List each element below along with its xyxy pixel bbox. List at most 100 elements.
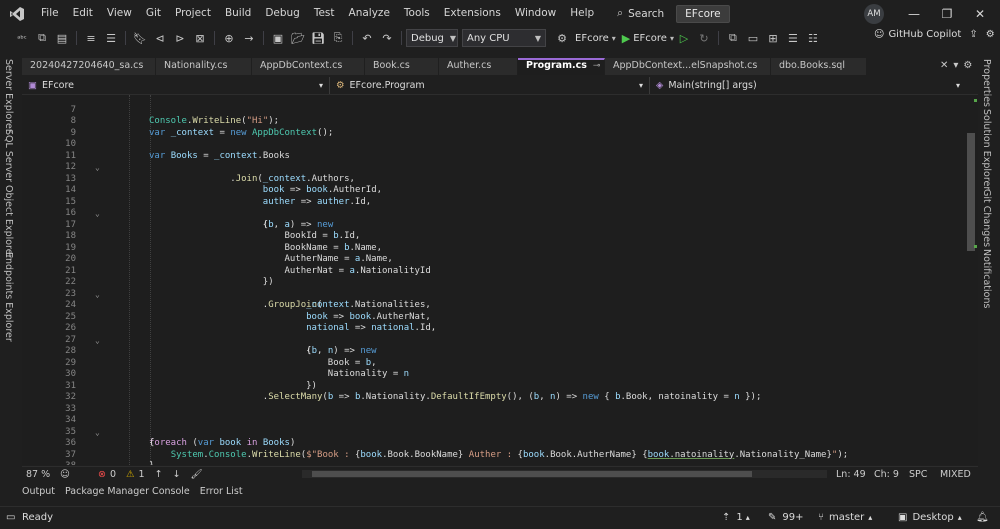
bookmark-next-icon[interactable]: ⊳ (171, 29, 189, 47)
comment-lines-icon[interactable]: ☰ (784, 29, 802, 47)
copilot-status-icon[interactable]: ☺ (60, 469, 88, 480)
chevron-down-icon[interactable]: ▾ (612, 34, 616, 43)
nav-back-icon[interactable]: ⊕ (220, 29, 238, 47)
properties-tab[interactable]: Properties (981, 59, 992, 107)
menu-view[interactable]: View (100, 0, 139, 27)
search-button[interactable]: ⌕ Search (611, 4, 670, 24)
format-icon[interactable]: ⊞ (764, 29, 782, 47)
git-changes-tab[interactable]: Git Changes (981, 189, 992, 247)
menu-debug[interactable]: Debug (258, 0, 307, 27)
doc-tab[interactable]: Auther.cs (439, 58, 518, 75)
close-icon[interactable]: ✕ (970, 4, 990, 24)
doc-tab-label: 20240427204640_sa.cs (30, 60, 144, 71)
run-target[interactable]: EFcore (633, 33, 667, 44)
code-editor[interactable]: 7 Console.WriteLine("Hi"); 8 var _contex… (22, 95, 964, 465)
repo-selector[interactable]: ▣ Desktop ▴ (898, 512, 962, 523)
warning-count[interactable]: ⚠ 1 (126, 469, 145, 480)
layout-icon[interactable]: ▭ (744, 29, 762, 47)
tab-error-list[interactable]: Error List (200, 486, 243, 502)
settings-icon[interactable]: ⚙ (986, 29, 995, 40)
document-tabs: 20240427204640_sa.cs Nationality.cs AppD… (22, 58, 978, 75)
split-icon[interactable]: ▤ (53, 29, 71, 47)
tab-output[interactable]: Output (22, 486, 55, 502)
horizontal-scrollbar[interactable] (302, 470, 827, 478)
undo-icon[interactable]: ↶ (358, 29, 376, 47)
nav-down-icon[interactable]: ↓ (173, 469, 181, 480)
tab-overflow-controls[interactable]: ✕▾⚙ (940, 60, 977, 71)
line-endings-indicator[interactable]: MIXED (940, 469, 971, 480)
doc-tab[interactable]: AppDbContext...elSnapshot.cs (605, 58, 771, 75)
start-debugging-icon[interactable]: ▶ (622, 32, 630, 45)
scrollbar-thumb[interactable] (312, 471, 752, 477)
menu-file[interactable]: File (34, 0, 66, 27)
project-dropdown[interactable]: ▣ EFcore ▾ (22, 77, 330, 94)
error-count[interactable]: ⊗ 0 (98, 469, 116, 480)
hot-reload-icon[interactable]: ↻ (695, 29, 713, 47)
sql-server-object-explorer-tab[interactable]: SQL Server Object Explorer (3, 129, 14, 259)
line-indicator[interactable]: Ln: 49 (836, 469, 866, 480)
github-copilot-button[interactable]: ☺ GitHub Copilot ⇪ ⚙ (874, 29, 995, 40)
push-indicator[interactable]: ⇡ 1 ▴ (722, 512, 750, 523)
server-explorer-tab[interactable]: Server Explorer (3, 59, 14, 133)
branch-selector[interactable]: ⑂ master ▴ (818, 512, 872, 523)
browser-link-icon[interactable]: ⧉ (724, 29, 742, 47)
scrollbar-thumb[interactable] (967, 133, 975, 251)
quick-action-icon[interactable]: ⧉ (33, 29, 51, 47)
menu-analyze[interactable]: Analyze (342, 0, 397, 27)
redo-icon[interactable]: ↷ (378, 29, 396, 47)
menu-extensions[interactable]: Extensions (437, 0, 508, 27)
configuration-dropdown[interactable]: Debug ▼ (406, 29, 458, 47)
code-cleanup-icon[interactable]: 🖌︎ (191, 469, 203, 480)
share-icon[interactable]: ⇪ (969, 29, 977, 40)
zoom-level[interactable]: 87 % (26, 469, 60, 480)
minimize-icon[interactable]: — (904, 4, 924, 24)
menu-build[interactable]: Build (218, 0, 258, 27)
menu-edit[interactable]: Edit (66, 0, 100, 27)
menu-help[interactable]: Help (563, 0, 601, 27)
indent-icon[interactable]: ≡ (82, 29, 100, 47)
nav-forward-icon[interactable]: → (240, 29, 258, 47)
doc-tab[interactable]: 20240427204640_sa.cs (22, 58, 156, 75)
avatar[interactable]: AM (864, 4, 884, 24)
menu-tools[interactable]: Tools (397, 0, 437, 27)
doc-tab[interactable]: Nationality.cs (156, 58, 252, 75)
tab-package-manager-console[interactable]: Package Manager Console (65, 486, 190, 502)
doc-tab-active[interactable]: Program.cs ⊸ ✕ (518, 58, 605, 75)
bookmark-icon[interactable]: 🔖︎ (131, 29, 149, 47)
new-item-icon[interactable]: ▣ (269, 29, 287, 47)
doc-tab[interactable]: AppDbContext.cs (252, 58, 365, 75)
spacing-indicator[interactable]: SPC (909, 469, 927, 480)
nav-up-icon[interactable]: ↑ (155, 469, 163, 480)
notifications-tab[interactable]: Notifications (981, 249, 992, 308)
type-dropdown[interactable]: ⚙ EFcore.Program ▾ (330, 77, 650, 94)
member-dropdown[interactable]: ◈ Main(string[] args) ▾ (650, 77, 966, 94)
bookmark-clear-icon[interactable]: ⊠ (191, 29, 209, 47)
run-without-debug-icon[interactable]: ▷ (675, 29, 693, 47)
startup-project[interactable]: EFcore (575, 33, 609, 44)
endpoints-explorer-tab[interactable]: Endpoints Explorer (3, 252, 14, 342)
chevron-down-icon[interactable]: ▾ (670, 34, 674, 43)
repo-icon: ▣ (898, 512, 908, 523)
spell-check-icon[interactable]: ᵃᵇᶜ (13, 29, 31, 47)
open-file-icon[interactable]: 📂︎ (289, 29, 307, 47)
menu-git[interactable]: Git (139, 0, 168, 27)
bookmark-prev-icon[interactable]: ⊲ (151, 29, 169, 47)
menu-test[interactable]: Test (307, 0, 342, 27)
column-indicator[interactable]: Ch: 9 (874, 469, 899, 480)
pin-icon[interactable]: ⊸ ✕ (593, 61, 604, 71)
menu-window[interactable]: Window (508, 0, 563, 27)
menu-project[interactable]: Project (168, 0, 218, 27)
platform-dropdown[interactable]: Any CPU ▼ (462, 29, 546, 47)
notifications-bell-icon[interactable]: 🔔︎ (976, 512, 989, 523)
doc-tab[interactable]: Book.cs (365, 58, 439, 75)
save-all-icon[interactable]: ⎘ (329, 29, 347, 47)
restore-icon[interactable]: ❐ (937, 4, 957, 24)
save-icon[interactable]: 💾︎ (309, 29, 327, 47)
uncomment-icon[interactable]: ☷ (804, 29, 822, 47)
doc-tab[interactable]: dbo.Books.sql (771, 58, 867, 75)
comment-icon[interactable]: ☰ (102, 29, 120, 47)
vertical-scrollbar[interactable] (964, 95, 978, 465)
visual-studio-logo-icon[interactable] (6, 3, 28, 25)
solution-explorer-tab[interactable]: Solution Explorer (981, 109, 992, 190)
pending-changes[interactable]: ✎ 99+ (768, 512, 804, 523)
